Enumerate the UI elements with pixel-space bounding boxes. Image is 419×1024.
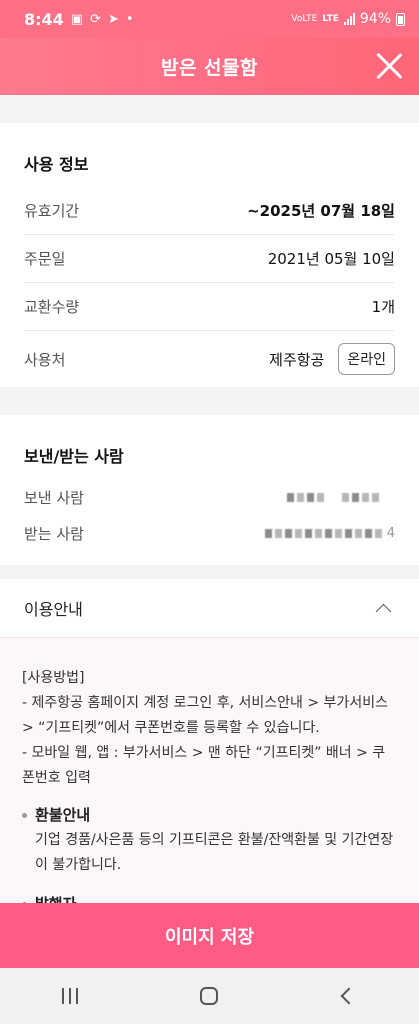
spacer <box>0 565 419 579</box>
info-row-expiry: 유효기간 ~2025년 07월 18일 <box>24 187 395 235</box>
home-button[interactable] <box>179 976 239 1016</box>
refund-text: 기업 경품/사은품 등의 기프티콘은 환불/잔액환불 및 기간연장이 불가합니다… <box>35 832 394 873</box>
content-scroll[interactable]: 사용 정보 유효기간 ~2025년 07월 18일 주문일 2021년 05월 … <box>0 95 419 903</box>
status-bar: 8:44 ▣ ⟳ ➤ • VoLTE LTE 94% <box>0 0 419 38</box>
back-button[interactable] <box>319 976 379 1016</box>
guide-toggle[interactable]: 이용안내 <box>24 579 395 637</box>
home-icon <box>200 987 219 1005</box>
status-left: 8:44 ▣ ⟳ ➤ • <box>24 10 134 29</box>
receiver-row: 받는 사람 4 <box>24 515 395 551</box>
row-label: 주문일 <box>24 250 66 268</box>
gallery-icon: ▣ <box>70 11 84 27</box>
info-row-order-date: 주문일 2021년 05월 10일 <box>24 235 395 283</box>
back-icon <box>340 987 358 1005</box>
lte-icon: LTE <box>322 13 339 24</box>
row-value: ~2025년 07월 18일 <box>247 202 395 220</box>
battery-percent: 94% <box>359 11 391 27</box>
sender-label: 보낸 사람 <box>24 488 84 507</box>
usage-info-card: 사용 정보 유효기간 ~2025년 07월 18일 주문일 2021년 05월 … <box>0 123 419 387</box>
issuer-title: 발행자 <box>35 892 76 903</box>
sender-receiver-card: 보낸/받는 사람 보낸 사람 받는 사람 4 <box>0 415 419 565</box>
row-label: 사용처 <box>24 350 66 369</box>
receiver-suffix: 4 <box>386 525 395 541</box>
save-image-button[interactable]: 이미지 저장 <box>0 903 419 968</box>
close-icon[interactable] <box>375 52 403 80</box>
signal-icon <box>343 13 355 25</box>
spacer <box>0 95 419 123</box>
sender-receiver-title: 보낸/받는 사람 <box>24 447 124 466</box>
notification-dot-icon: • <box>125 11 134 27</box>
method-header: [사용방법] <box>22 670 85 686</box>
recent-apps-button[interactable] <box>40 976 100 1016</box>
row-label: 교환수량 <box>24 298 80 316</box>
row-label: 유효기간 <box>24 202 80 220</box>
spacer <box>0 387 419 415</box>
status-time: 8:44 <box>24 9 64 29</box>
info-row-quantity: 교환수량 1개 <box>24 283 395 331</box>
sync-icon: ⟳ <box>90 11 101 27</box>
online-button[interactable]: 온라인 <box>338 343 395 375</box>
header: 받은 선물함 <box>0 38 419 95</box>
method-line: - 모바일 웹, 앱 : 부가서비스 > 맨 하단 “기프티켓” 배너 > 쿠폰… <box>22 745 386 786</box>
row-value: 1개 <box>371 298 395 316</box>
telegram-icon: ➤ <box>108 11 119 27</box>
guide-card: 이용안내 <box>0 579 419 637</box>
info-row-place: 사용처 제주항공 온라인 <box>24 331 395 387</box>
row-value: 2021년 05월 10일 <box>267 250 395 268</box>
chevron-up-icon <box>375 603 392 619</box>
guide-title: 이용안내 <box>24 600 83 619</box>
method-line: - 제주항공 홈페이지 계정 로그인 후, 서비스안내 > 부가서비스 > “기… <box>22 695 388 736</box>
refund-title-row: 환불안내 <box>22 803 397 828</box>
page-title: 받은 선물함 <box>160 57 258 79</box>
issuer-title-row: 발행자 <box>22 892 397 903</box>
refund-title: 환불안내 <box>35 806 91 824</box>
sender-masked-name <box>287 492 379 502</box>
recent-apps-icon <box>61 988 78 1004</box>
guide-body: [사용방법] - 제주항공 홈페이지 계정 로그인 후, 서비스안내 > 부가서… <box>0 637 419 903</box>
place-group: 제주항공 온라인 <box>269 343 395 375</box>
battery-icon <box>396 12 405 26</box>
bullet-dot <box>22 813 27 818</box>
receiver-masked-name: 4 <box>264 525 395 541</box>
receiver-label: 받는 사람 <box>24 524 84 543</box>
usage-info-title: 사용 정보 <box>24 155 89 174</box>
volte-icon: VoLTE <box>291 13 318 24</box>
row-value: 제주항공 <box>269 350 325 369</box>
sender-row: 보낸 사람 <box>24 479 395 515</box>
system-nav-bar <box>0 968 419 1024</box>
status-right: VoLTE LTE 94% <box>291 11 405 27</box>
